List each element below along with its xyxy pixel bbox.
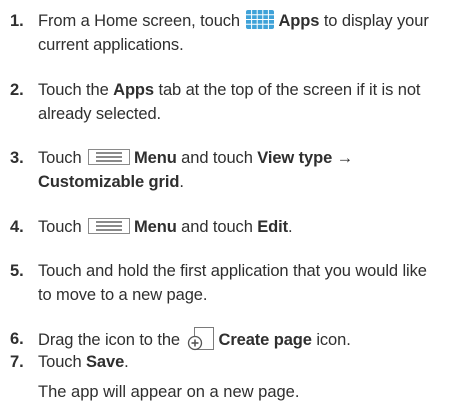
step-text: Touch Menu and touch View type → Customi… bbox=[38, 146, 468, 194]
step-text-part: already selected. bbox=[38, 105, 162, 123]
view-type-label: View type bbox=[257, 149, 333, 167]
edit-label: Edit bbox=[257, 218, 289, 236]
step-text-part: . bbox=[288, 218, 293, 236]
step-text-part: Touch bbox=[38, 218, 87, 236]
step-text-part: Touch bbox=[38, 149, 87, 167]
step-text-part: and touch bbox=[176, 218, 258, 236]
step-result-text: The app will appear on a new page. bbox=[38, 383, 300, 401]
customizable-grid-label: Customizable grid bbox=[38, 173, 180, 191]
step-text: From a Home screen, touch Apps to displa… bbox=[38, 9, 468, 57]
step-number: 6. bbox=[10, 330, 24, 348]
step-text-part: From a Home screen, touch bbox=[38, 12, 245, 30]
step-text: Touch the Apps tab at the top of the scr… bbox=[38, 78, 468, 126]
step-number: 2. bbox=[10, 81, 24, 99]
step-text-part: tab at the top of the screen if it is no… bbox=[154, 81, 421, 99]
create-page-icon bbox=[187, 327, 215, 351]
step-text: Touch Save. bbox=[38, 350, 468, 374]
step-text-part: to display your bbox=[319, 12, 429, 30]
menu-key-icon bbox=[88, 148, 131, 165]
menu-label: Menu bbox=[134, 149, 177, 167]
step-text-part: Touch the bbox=[38, 81, 114, 99]
step-text: Drag the icon to the Create page icon. bbox=[38, 327, 468, 352]
apps-label: Apps bbox=[278, 12, 320, 30]
step-text-part: . bbox=[124, 353, 129, 371]
instruction-steps: 1. From a Home screen, touch Apps to dis… bbox=[0, 0, 472, 405]
step-number: 4. bbox=[10, 218, 24, 236]
step-text-part: icon. bbox=[311, 331, 351, 349]
step-text-part: Touch bbox=[38, 353, 87, 371]
step-text-part: Touch and hold the first application tha… bbox=[38, 262, 427, 280]
apps-tab-label: Apps bbox=[113, 81, 154, 99]
create-page-label: Create page bbox=[218, 331, 312, 349]
step-number: 1. bbox=[10, 12, 24, 30]
menu-key-icon bbox=[88, 217, 131, 234]
step-text-part: and touch bbox=[176, 149, 258, 167]
step-number: 7. bbox=[10, 353, 24, 371]
save-label: Save bbox=[86, 353, 125, 371]
step-text-part: . bbox=[179, 173, 184, 191]
step-text: Touch Menu and touch Edit. bbox=[38, 215, 468, 239]
arrow-icon: → bbox=[336, 149, 354, 167]
step-text-part: to move to a new page. bbox=[38, 286, 208, 304]
menu-label: Menu bbox=[134, 218, 177, 236]
step-text: Touch and hold the first application tha… bbox=[38, 259, 468, 307]
step-number: 5. bbox=[10, 262, 24, 280]
apps-grid-icon bbox=[246, 10, 275, 29]
step-text-part: Drag the icon to the bbox=[38, 331, 185, 349]
step-number: 3. bbox=[10, 149, 24, 167]
step-text-part: current applications. bbox=[38, 36, 184, 54]
